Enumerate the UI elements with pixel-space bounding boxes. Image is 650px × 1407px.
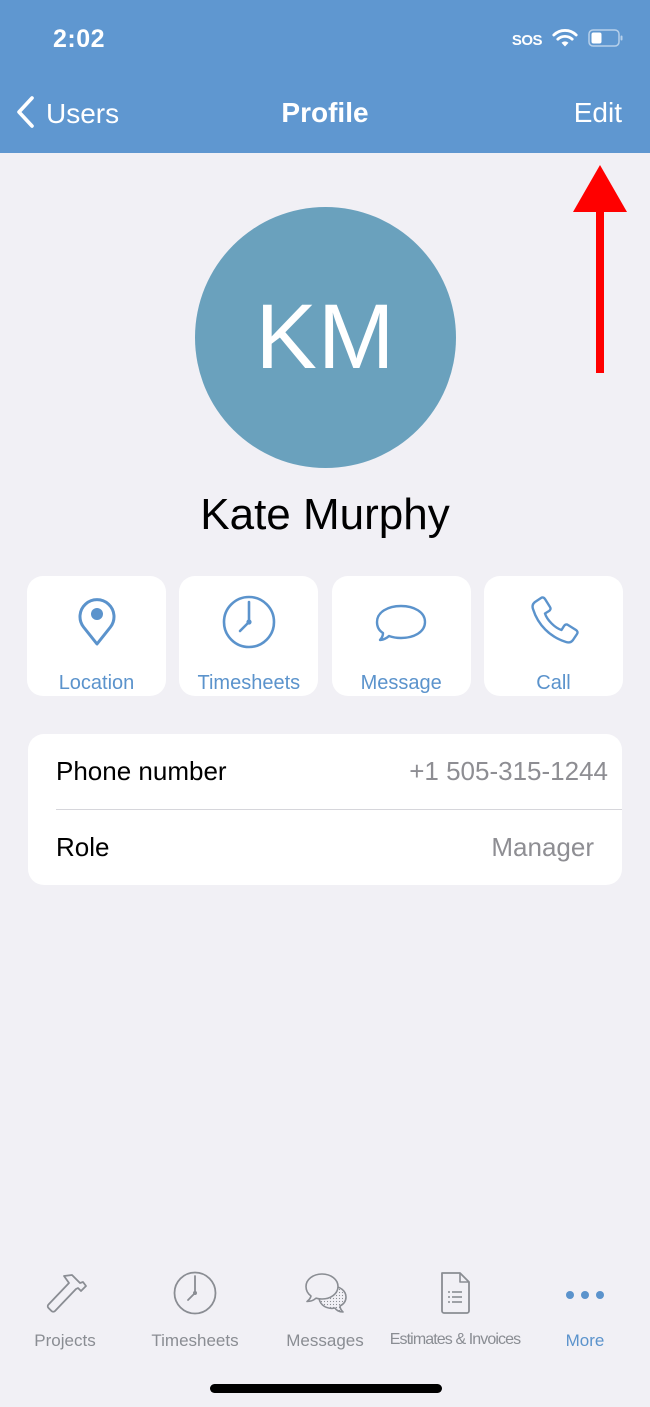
wifi-icon xyxy=(552,28,578,53)
timesheets-button[interactable]: Timesheets xyxy=(179,576,319,696)
message-button[interactable]: Message xyxy=(331,576,471,696)
location-label: Location xyxy=(58,672,135,694)
quick-actions: Location Timesheets Message Call xyxy=(27,576,623,696)
phone-number-row[interactable]: Phone number +1 505-315-1244 xyxy=(28,734,622,809)
role-row: Role Manager xyxy=(56,809,622,884)
phone-number-value[interactable]: +1 505-315-1244 xyxy=(409,756,608,787)
tab-estimates-invoices[interactable]: Estimates & Invoices xyxy=(389,1270,521,1350)
tab-timesheets[interactable]: Timesheets xyxy=(130,1270,260,1350)
location-pin-icon xyxy=(69,594,125,655)
tab-bar: Projects Timesheets Messages Estimates &… xyxy=(0,1270,650,1350)
document-icon xyxy=(432,1270,478,1321)
status-time: 2:02 xyxy=(53,25,106,53)
timesheets-label: Timesheets xyxy=(197,672,301,694)
navigation-header: 2:02 SOS Users Profile Edit xyxy=(0,0,650,153)
role-value: Manager xyxy=(491,831,594,862)
call-label: Call xyxy=(536,672,571,694)
clock-icon xyxy=(221,594,277,655)
back-label: Users xyxy=(46,98,120,129)
back-button[interactable]: Users xyxy=(14,94,119,134)
avatar-initials: KM xyxy=(255,286,396,388)
chevron-left-icon xyxy=(14,95,36,134)
more-dots-icon xyxy=(562,1270,608,1321)
tab-projects[interactable]: Projects xyxy=(0,1270,130,1350)
phone-icon xyxy=(525,594,581,655)
chat-bubbles-icon xyxy=(302,1270,348,1321)
home-indicator[interactable] xyxy=(210,1384,442,1393)
tab-label: Estimates & Invoices xyxy=(389,1331,521,1348)
tab-messages[interactable]: Messages xyxy=(260,1270,390,1350)
carrier-sos: SOS xyxy=(511,31,543,49)
status-indicators: SOS xyxy=(512,28,624,52)
message-label: Message xyxy=(360,672,442,694)
edit-button[interactable]: Edit xyxy=(574,97,622,129)
tab-label: Projects xyxy=(34,1331,96,1350)
speech-bubble-icon xyxy=(373,594,429,655)
user-name: Kate Murphy xyxy=(200,490,450,539)
phone-number-label: Phone number xyxy=(56,756,227,786)
tab-label: More xyxy=(565,1331,605,1350)
clock-icon xyxy=(172,1270,218,1321)
location-button[interactable]: Location xyxy=(27,576,166,696)
call-button[interactable]: Call xyxy=(483,576,623,696)
tab-label: Messages xyxy=(286,1331,364,1350)
role-label: Role xyxy=(56,831,110,862)
avatar: KM xyxy=(195,207,456,468)
hammer-icon xyxy=(42,1270,88,1321)
tab-more[interactable]: More xyxy=(520,1270,650,1350)
red-arrow-annotation xyxy=(573,165,627,373)
tab-label: Timesheets xyxy=(151,1331,239,1350)
battery-icon xyxy=(588,28,624,53)
profile-details-card: Phone number +1 505-315-1244 Role Manage… xyxy=(28,734,622,885)
